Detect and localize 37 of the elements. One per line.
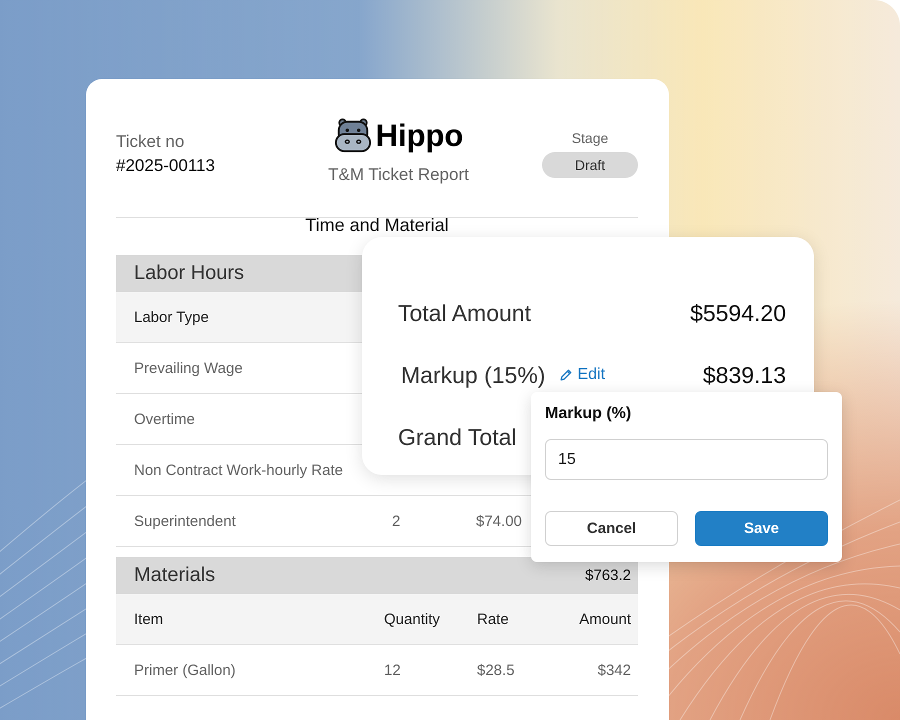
save-button[interactable]: Save	[695, 511, 828, 546]
column-header: Labor Type	[134, 308, 209, 326]
table-cell: Prevailing Wage	[134, 360, 243, 376]
table-cell: Overtime	[134, 410, 195, 428]
stage-label: Stage	[572, 130, 608, 146]
table-cell: $28.5	[477, 662, 515, 678]
table-cell: 2	[392, 512, 400, 530]
section-heading: Labor Hours	[134, 262, 244, 285]
hippo-icon	[334, 117, 372, 155]
column-header: Item	[134, 610, 164, 628]
cancel-button[interactable]: Cancel	[545, 511, 678, 546]
section-total: $763.2	[585, 567, 631, 584]
summary-label: Markup (15%)	[401, 362, 546, 388]
table-cell: Primer (Gallon)	[134, 662, 236, 678]
ticket-number: #2025-00113	[116, 156, 215, 176]
popover-title: Markup (%)	[545, 405, 632, 423]
table-cell: Non Contract Work-hourly Rate	[134, 462, 343, 478]
stage-badge: Draft	[542, 152, 638, 178]
column-header: Rate	[477, 610, 509, 628]
edit-link[interactable]: Edit	[559, 366, 606, 384]
markup-input[interactable]: 15	[545, 439, 828, 480]
column-header: Quantity	[384, 610, 440, 628]
column-header: Amount	[579, 610, 631, 628]
table-cell: Superintendent	[134, 512, 236, 530]
table-cell: 12	[384, 662, 401, 678]
table-cell: $74.00	[476, 512, 522, 530]
summary-value: $5594.20	[690, 300, 786, 326]
pencil-icon	[559, 368, 574, 382]
ticket-label: Ticket no	[116, 132, 186, 152]
summary-value: $839.13	[702, 362, 786, 388]
summary-label: Grand Total	[398, 424, 516, 450]
brand-name: Hippo	[376, 118, 464, 154]
report-subtitle: T&M Ticket Report	[328, 165, 469, 185]
table-cell: $342	[598, 662, 631, 678]
summary-label: Total Amount	[398, 300, 531, 326]
section-heading: Materials	[134, 564, 216, 587]
section-title: Time and Material	[304, 215, 450, 236]
